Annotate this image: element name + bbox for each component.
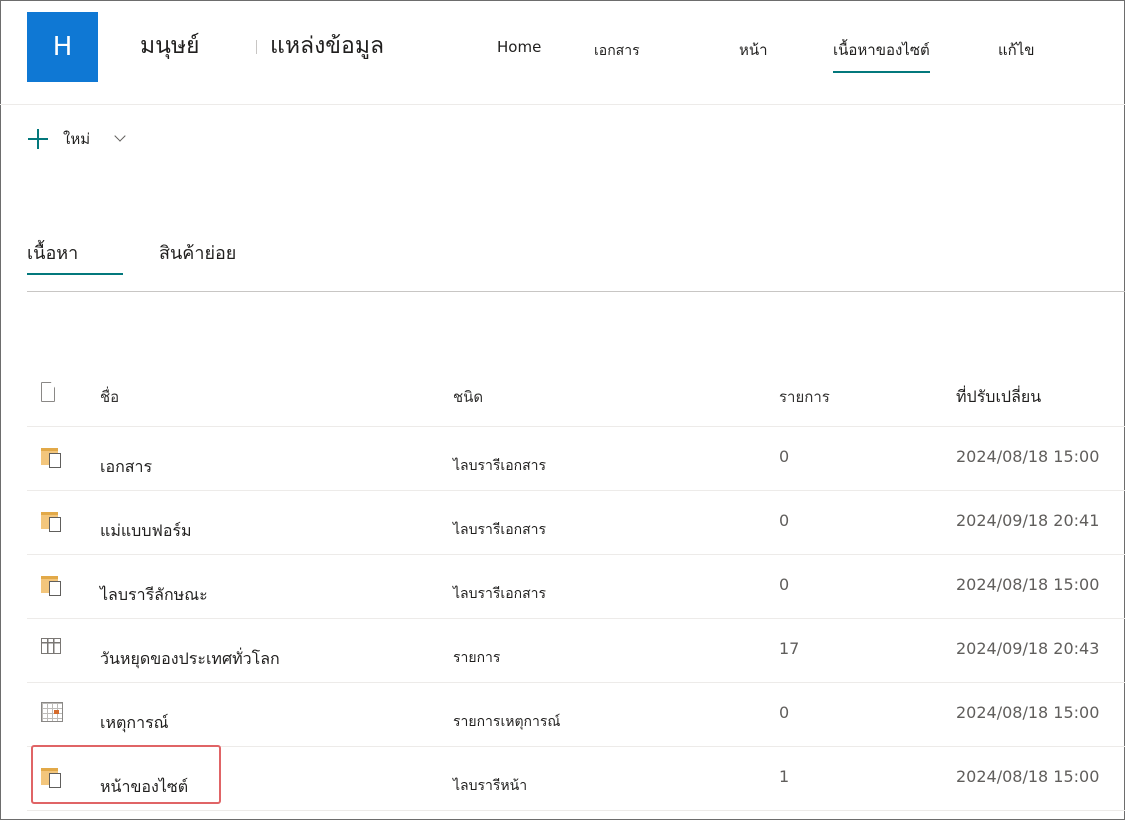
- table-row[interactable]: ไลบรารีลักษณะ ไลบรารีเอกสาร 0 2024/08/18…: [27, 555, 1125, 619]
- row-modified: 2024/08/18 15:00: [956, 767, 1100, 786]
- row-items: 17: [779, 639, 800, 658]
- nav-edit[interactable]: แก้ไข: [998, 38, 1035, 62]
- row-name-link[interactable]: เหตุการณ์: [100, 711, 169, 736]
- row-items: 1: [779, 767, 790, 786]
- tab-subsites[interactable]: สินค้าย่อย: [159, 238, 236, 267]
- row-items: 0: [779, 511, 790, 530]
- new-button[interactable]: ใหม่: [27, 124, 126, 154]
- new-button-label: ใหม่: [63, 130, 91, 148]
- site-logo-letter: H: [52, 32, 73, 62]
- table-row[interactable]: แม่แบบฟอร์ม ไลบรารีเอกสาร 0 2024/09/18 2…: [27, 491, 1125, 555]
- row-modified: 2024/09/18 20:41: [956, 511, 1100, 530]
- row-items: 0: [779, 703, 790, 722]
- library-icon: [41, 446, 67, 470]
- tab-contents[interactable]: เนื้อหา: [27, 238, 78, 267]
- library-icon: [41, 574, 67, 598]
- row-modified: 2024/08/18 15:00: [956, 575, 1100, 594]
- row-type: ไลบรารีหน้า: [453, 778, 528, 794]
- table-row[interactable]: เหตุการณ์ รายการเหตุการณ์ 0 2024/08/18 1…: [27, 683, 1125, 747]
- row-type: ไลบรารีเอกสาร: [453, 458, 547, 474]
- plus-icon: [27, 128, 49, 150]
- title-separator: [256, 40, 257, 54]
- table-header-row: ชื่อ ชนิด รายการ ที่ปรับเปลี่ยน: [27, 360, 1125, 427]
- highlight-box: [31, 745, 221, 804]
- row-name-link[interactable]: เอกสาร: [100, 455, 152, 480]
- header-divider: [0, 104, 1125, 105]
- row-type: รายการ: [453, 650, 501, 666]
- column-header-items[interactable]: รายการ: [779, 385, 830, 409]
- nav-pages[interactable]: หน้า: [739, 38, 768, 62]
- calendar-icon: [41, 702, 63, 722]
- column-header-modified[interactable]: ที่ปรับเปลี่ยน: [956, 385, 1041, 410]
- row-name-link[interactable]: ไลบรารีลักษณะ: [100, 583, 208, 608]
- nav-site-contents[interactable]: เนื้อหาของไซต์: [833, 38, 930, 73]
- row-items: 0: [779, 575, 790, 594]
- site-subtitle[interactable]: แหล่งข้อมูล: [270, 28, 384, 64]
- row-modified: 2024/09/18 20:43: [956, 639, 1100, 658]
- library-icon: [41, 510, 67, 534]
- active-tab-indicator: [27, 273, 123, 275]
- chevron-down-icon[interactable]: [114, 130, 126, 142]
- table-row[interactable]: วันหยุดของประเทศทั่วโลก รายการ 17 2024/0…: [27, 619, 1125, 683]
- row-type: รายการเหตุการณ์: [453, 714, 561, 730]
- tabs-divider: [27, 291, 1125, 292]
- row-type: ไลบรารีเอกสาร: [453, 586, 547, 602]
- nav-documents[interactable]: เอกสาร: [594, 40, 640, 62]
- list-icon: [41, 638, 61, 654]
- site-contents-table: ชื่อ ชนิด รายการ ที่ปรับเปลี่ยน เอกสาร ไ…: [27, 360, 1125, 811]
- row-items: 0: [779, 447, 790, 466]
- row-modified: 2024/08/18 15:00: [956, 447, 1100, 466]
- table-row[interactable]: เอกสาร ไลบรารีเอกสาร 0 2024/08/18 15:00: [27, 427, 1125, 491]
- nav-home[interactable]: Home: [497, 38, 541, 56]
- row-modified: 2024/08/18 15:00: [956, 703, 1100, 722]
- row-name-link[interactable]: วันหยุดของประเทศทั่วโลก: [100, 647, 280, 672]
- file-type-header-icon[interactable]: [41, 382, 55, 400]
- site-name[interactable]: มนุษย์: [140, 28, 200, 64]
- column-header-name[interactable]: ชื่อ: [100, 385, 119, 409]
- column-header-type[interactable]: ชนิด: [453, 385, 483, 409]
- row-type: ไลบรารีเอกสาร: [453, 522, 547, 538]
- row-name-link[interactable]: แม่แบบฟอร์ม: [100, 519, 192, 544]
- site-logo[interactable]: H: [27, 12, 98, 82]
